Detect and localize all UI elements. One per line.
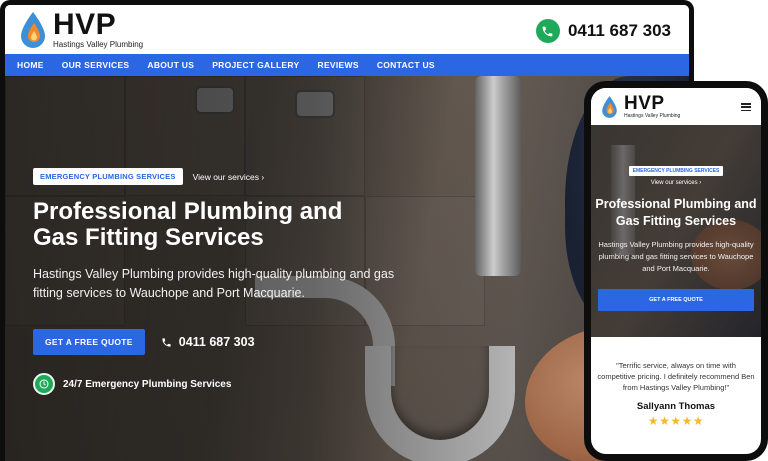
mobile-site-logo[interactable]: HVP Hastings Valley Plumbing xyxy=(601,94,680,119)
hero-phone-number: 0411 687 303 xyxy=(178,335,255,349)
hero-title: Professional Plumbing and Gas Fitting Se… xyxy=(33,198,343,251)
phone-icon xyxy=(162,337,171,347)
site-header: HVP Hastings Valley Plumbing 0411 687 30… xyxy=(5,5,689,54)
logo-wordmark: HVP xyxy=(53,8,117,41)
nav-item-project-gallery[interactable]: PROJECT GALLERY xyxy=(212,60,299,70)
hamburger-menu-icon[interactable] xyxy=(741,103,751,111)
water-drop-logo-icon xyxy=(19,11,47,49)
emergency-tag[interactable]: EMERGENCY PLUMBING SERVICES xyxy=(33,168,183,185)
reviewer-name: Sallyann Thomas xyxy=(636,401,716,412)
nav-item-contact-us[interactable]: CONTACT US xyxy=(377,60,435,70)
hero-phone-link[interactable]: 0411 687 303 xyxy=(161,335,255,349)
nav-item-about-us[interactable]: ABOUT US xyxy=(147,60,194,70)
header-phone[interactable]: 0411 687 303 xyxy=(535,19,671,43)
emergency-text: 24/7 Emergency Plumbing Services xyxy=(63,378,232,390)
site-logo[interactable]: HVP Hastings Valley Plumbing xyxy=(19,10,143,49)
mobile-mockup: HVP Hastings Valley Plumbing EMERGENCY P… xyxy=(584,81,768,461)
get-free-quote-button[interactable]: GET A FREE QUOTE xyxy=(33,329,145,355)
logo-tagline: Hastings Valley Plumbing xyxy=(624,113,681,119)
header-phone-number[interactable]: 0411 687 303 xyxy=(568,21,671,41)
24-hour-icon xyxy=(33,373,55,395)
hero-content: EMERGENCY PLUMBING SERVICES View our ser… xyxy=(33,168,403,395)
hero-title: Professional Plumbing and Gas Fitting Se… xyxy=(595,197,757,228)
emergency-service-badge: 24/7 Emergency Plumbing Services xyxy=(33,373,403,395)
water-drop-logo-icon xyxy=(601,95,618,119)
phone-icon xyxy=(535,19,560,43)
logo-tagline: Hastings Valley Plumbing xyxy=(53,40,144,49)
mobile-header: HVP Hastings Valley Plumbing xyxy=(591,88,761,125)
logo-wordmark: HVP xyxy=(624,93,665,114)
mobile-screen: HVP Hastings Valley Plumbing EMERGENCY P… xyxy=(591,88,761,454)
nav-item-our-services[interactable]: OUR SERVICES xyxy=(62,60,130,70)
view-services-link[interactable]: View our services › xyxy=(591,180,761,186)
get-free-quote-button[interactable]: GET A FREE QUOTE xyxy=(598,289,754,311)
review-section: "Terrific service, always on time with c… xyxy=(591,337,761,428)
nav-item-reviews[interactable]: REVIEWS xyxy=(318,60,359,70)
hero-description: Hastings Valley Plumbing provides high-q… xyxy=(33,267,395,300)
hero-description: Hastings Valley Plumbing provides high-q… xyxy=(598,240,754,273)
view-services-link[interactable]: View our services › xyxy=(193,172,265,182)
review-quote: "Terrific service, always on time with c… xyxy=(597,361,755,392)
main-nav: HOME OUR SERVICES ABOUT US PROJECT GALLE… xyxy=(5,54,689,76)
mobile-hero-section: EMERGENCY PLUMBING SERVICES View our ser… xyxy=(591,125,761,337)
star-rating-icon: ★★★★★ xyxy=(647,414,705,428)
emergency-tag[interactable]: EMERGENCY PLUMBING SERVICES xyxy=(628,166,724,176)
nav-item-home[interactable]: HOME xyxy=(17,60,44,70)
